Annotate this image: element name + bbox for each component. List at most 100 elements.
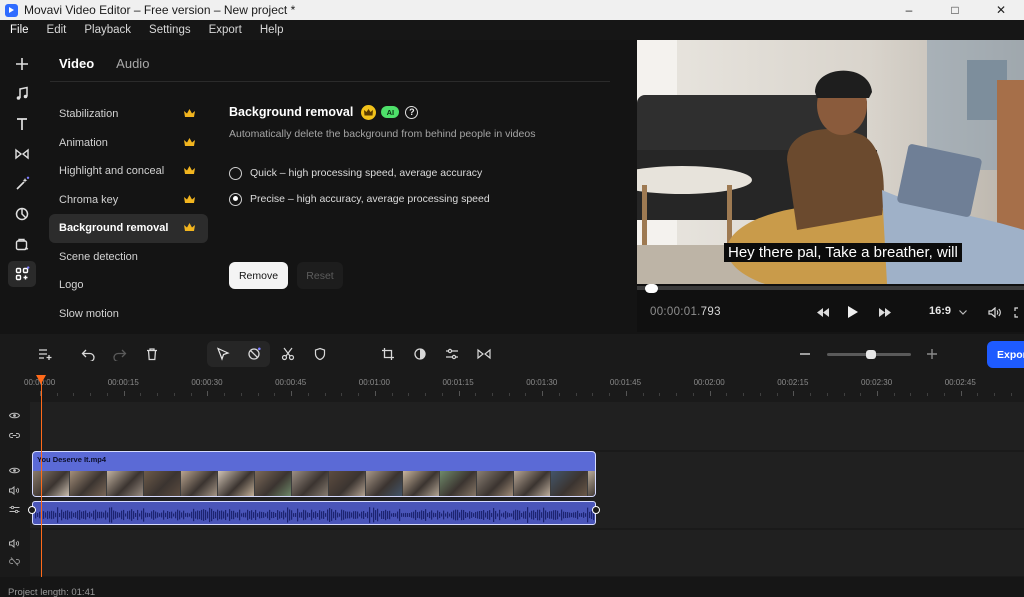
time-ruler[interactable]: 00:00:00 00:00:15 00:00:30 00:00:45 00:01:00…: [0, 374, 1024, 400]
category-item[interactable]: Scene detection: [49, 243, 208, 272]
eye-icon[interactable]: [9, 411, 20, 420]
menu-export[interactable]: Export: [199, 24, 242, 36]
color-adjust-icon[interactable]: [410, 344, 430, 364]
export-button[interactable]: Export: [987, 341, 1024, 368]
waveform-bar: [577, 510, 579, 520]
clip-thumbnail: [33, 471, 70, 496]
waveform-bar: [207, 511, 209, 519]
add-track-icon[interactable]: [35, 344, 55, 364]
ripple-edit-icon[interactable]: [244, 344, 264, 364]
elements-icon[interactable]: [8, 231, 36, 257]
undo-icon[interactable]: [78, 344, 98, 364]
clip-thumbnail: [477, 471, 514, 496]
volume-icon[interactable]: [986, 304, 1002, 320]
titles-icon[interactable]: [8, 111, 36, 137]
unlink-icon[interactable]: [9, 557, 20, 566]
select-cursor-icon[interactable]: [213, 344, 233, 364]
tab-video[interactable]: Video: [59, 56, 94, 71]
chevron-down-icon[interactable]: [958, 304, 968, 320]
category-item[interactable]: Slow motion: [49, 300, 208, 329]
menu-edit[interactable]: Edit: [37, 24, 67, 36]
help-icon[interactable]: ?: [405, 105, 419, 119]
waveform-bar: [419, 511, 421, 519]
category-item[interactable]: Stabilization: [49, 100, 208, 129]
waveform-bar: [89, 511, 91, 519]
stickers-icon[interactable]: [8, 201, 36, 227]
effects-icon[interactable]: [8, 171, 36, 197]
playhead-marker[interactable]: [36, 375, 46, 384]
transition-wizard-icon[interactable]: [474, 344, 494, 364]
waveform-bar: [529, 512, 531, 518]
radio-quick[interactable]: [229, 166, 242, 180]
video-frame[interactable]: Hey there pal, Take a breather, will: [637, 40, 1024, 284]
reset-button[interactable]: Reset: [297, 262, 343, 289]
ruler-subtick: [642, 393, 644, 396]
category-item[interactable]: Logo: [49, 271, 208, 300]
clip-audio-waveform[interactable]: [32, 501, 596, 525]
rewind-icon[interactable]: [815, 304, 831, 320]
ruler-subtick: [408, 393, 410, 396]
volume-handle-start[interactable]: [28, 506, 36, 514]
waveform-bar: [169, 511, 171, 519]
music-icon[interactable]: [8, 81, 36, 107]
audio-track[interactable]: [30, 530, 1024, 576]
fast-forward-icon[interactable]: [877, 304, 893, 320]
close-button[interactable]: ✕: [978, 0, 1024, 20]
ruler-subtick: [994, 393, 996, 396]
play-icon[interactable]: [845, 304, 861, 320]
category-item[interactable]: Chroma key: [49, 186, 208, 215]
zoom-in-icon[interactable]: [922, 344, 942, 364]
speaker-icon[interactable]: [9, 486, 20, 495]
waveform-bar: [461, 509, 463, 521]
category-label: Background removal: [59, 222, 169, 235]
link-icon[interactable]: [9, 431, 20, 440]
eye-icon[interactable]: [9, 466, 20, 475]
playhead[interactable]: [41, 380, 42, 577]
menu-help[interactable]: Help: [250, 24, 284, 36]
video-clip[interactable]: You Deserve It.mp4: [32, 451, 596, 497]
transitions-icon[interactable]: [8, 141, 36, 167]
maximize-button[interactable]: □: [932, 0, 978, 20]
menu-file[interactable]: File: [0, 24, 29, 36]
remove-button[interactable]: Remove: [229, 262, 288, 289]
tab-audio[interactable]: Audio: [116, 56, 149, 71]
category-item[interactable]: Background removal: [49, 214, 208, 243]
scissors-icon[interactable]: [278, 344, 298, 364]
waveform-bar: [359, 513, 361, 517]
timecode-ms: 793: [700, 306, 721, 318]
zoom-slider-handle[interactable]: [866, 350, 876, 359]
waveform-bar: [219, 510, 221, 520]
ruler-subtick: [609, 393, 611, 396]
speaker-icon[interactable]: [9, 539, 20, 548]
delete-icon[interactable]: [142, 344, 162, 364]
more-tools-icon[interactable]: [8, 261, 36, 287]
minimize-button[interactable]: –: [886, 0, 932, 20]
waveform-bar: [369, 507, 371, 523]
redo-icon[interactable]: [110, 344, 130, 364]
aspect-ratio-select[interactable]: 16:9: [929, 305, 951, 317]
option-precise[interactable]: Precise – high accuracy, average process…: [229, 191, 490, 207]
fullscreen-icon[interactable]: [1013, 304, 1024, 320]
category-label: Highlight and conceal: [59, 165, 165, 178]
scrubber-handle[interactable]: [645, 284, 659, 293]
category-item[interactable]: Animation: [49, 129, 208, 158]
detail-pane: Background removal AI ? Automatically de…: [229, 102, 629, 289]
settings-sliders-icon[interactable]: [442, 344, 462, 364]
volume-handle-end[interactable]: [592, 506, 600, 514]
zoom-out-icon[interactable]: [795, 344, 815, 364]
shield-icon[interactable]: [310, 344, 330, 364]
audio-settings-icon[interactable]: [9, 505, 20, 514]
waveform-bar: [565, 511, 567, 519]
menu-playback[interactable]: Playback: [74, 24, 131, 36]
option-quick[interactable]: Quick – high processing speed, average a…: [229, 165, 482, 181]
crop-icon[interactable]: [378, 344, 398, 364]
preview-scrubber[interactable]: [637, 286, 1024, 290]
add-icon[interactable]: [8, 51, 36, 77]
waveform-bar: [55, 512, 57, 518]
waveform-bar: [307, 512, 309, 518]
radio-precise[interactable]: [229, 192, 242, 206]
overlay-track[interactable]: [30, 402, 1024, 450]
category-item[interactable]: Highlight and conceal: [49, 157, 208, 186]
waveform-bar: [311, 509, 313, 521]
menu-settings[interactable]: Settings: [139, 24, 191, 36]
